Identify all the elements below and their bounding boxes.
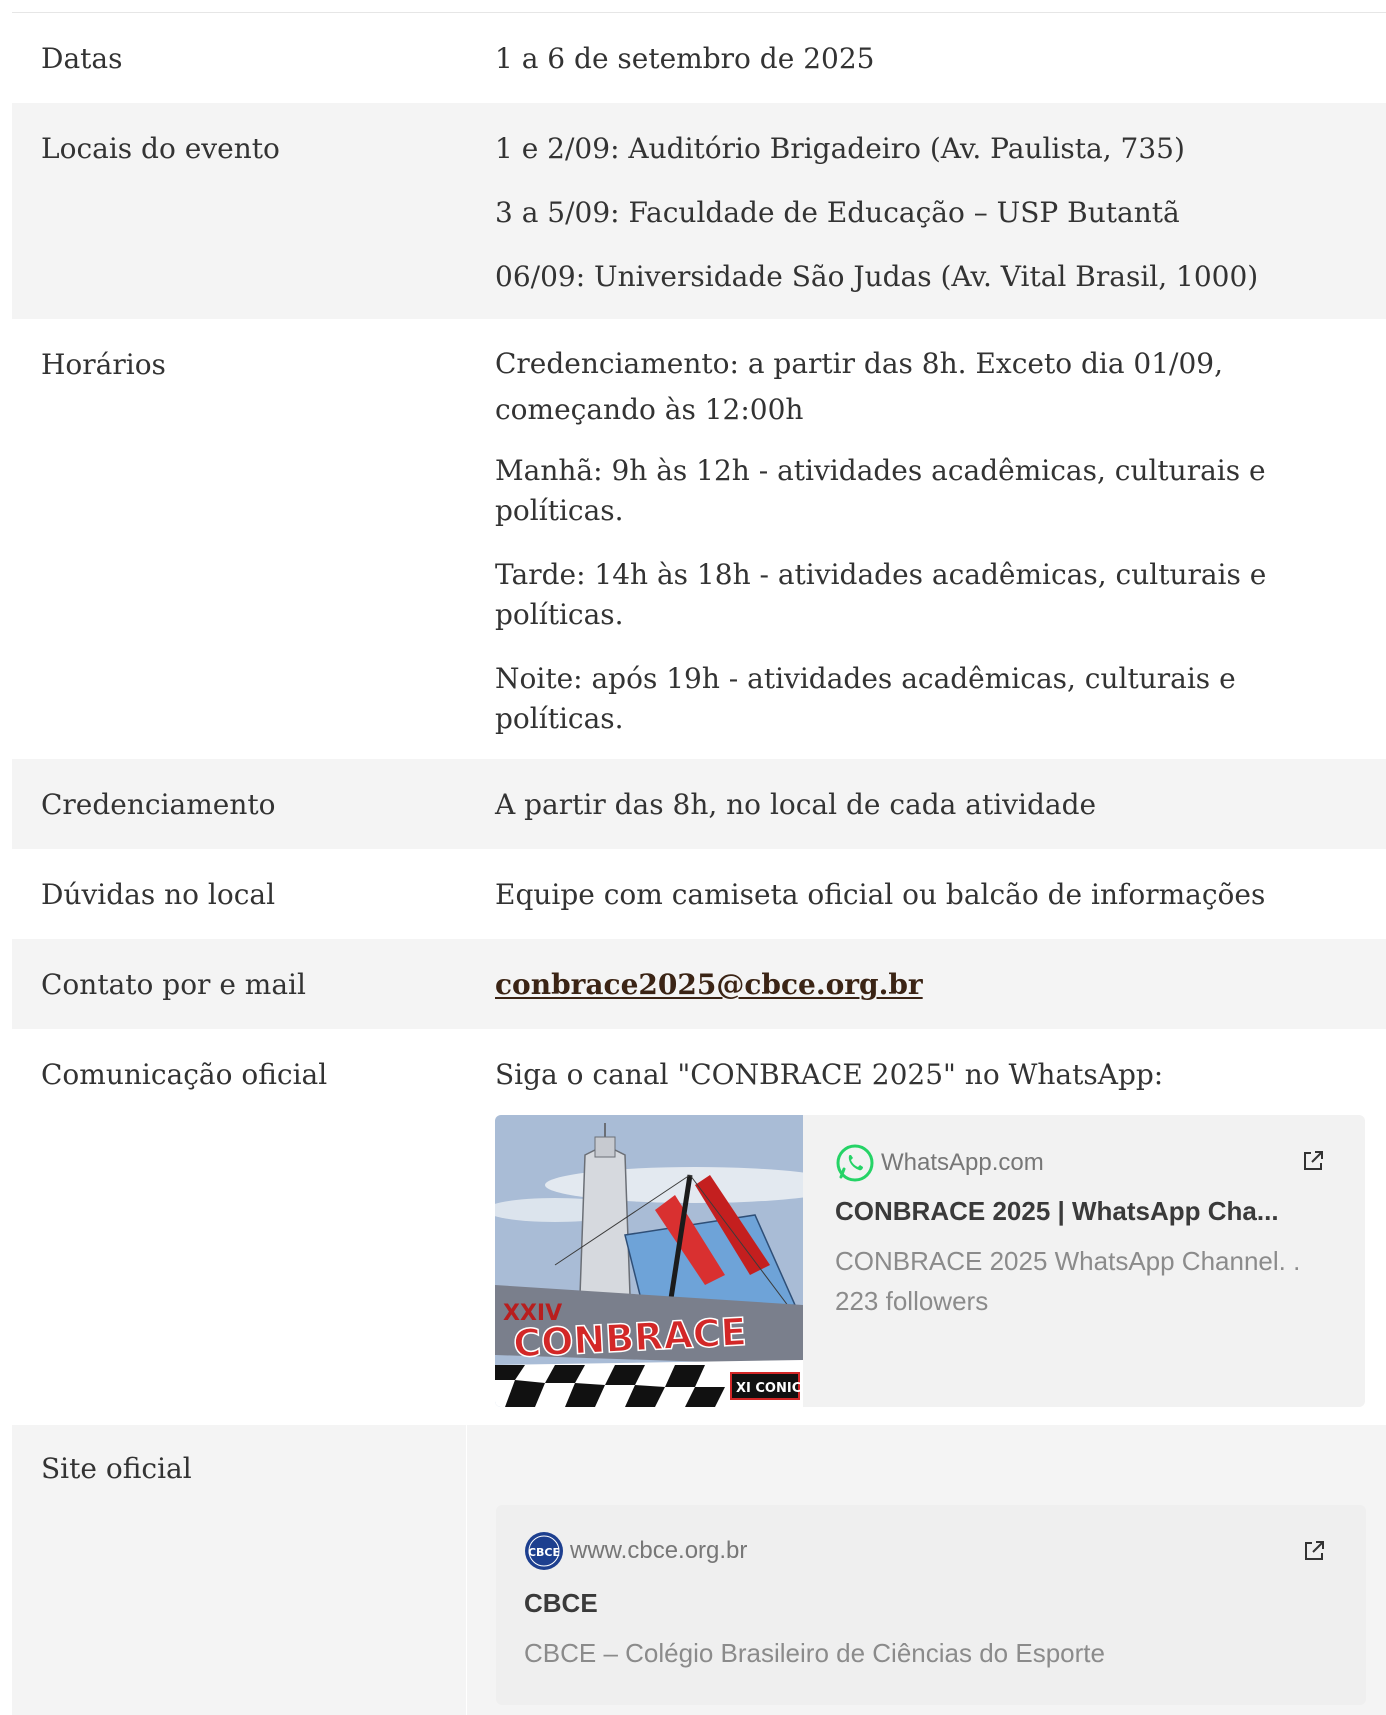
- venue-line: 1 e 2/09: Auditório Brigadeiro (Av. Paul…: [495, 132, 1185, 165]
- event-info-table: Datas 1 a 6 de setembro de 2025 Locais d…: [12, 12, 1386, 1715]
- row-value: A partir das 8h, no local de cada ativid…: [466, 759, 1386, 849]
- card-domain-line: CBCE www.cbce.org.br: [524, 1531, 1326, 1571]
- row-value: Siga o canal "CONBRACE 2025" no WhatsApp…: [466, 1029, 1386, 1425]
- card-title: CONBRACE 2025 | WhatsApp Cha...: [835, 1196, 1279, 1226]
- card-body: WhatsApp.com CONBRACE 2025 | WhatsApp Ch…: [803, 1115, 1365, 1407]
- row-value: CBCE www.cbce.org.br CBCE CBCE – Colégio…: [466, 1425, 1386, 1715]
- external-link-icon[interactable]: [1301, 1149, 1325, 1173]
- row-label: Contato por e mail: [41, 968, 306, 1001]
- row-comunicacao: Comunicação oficial Siga o canal "CONBRA…: [12, 1029, 1386, 1425]
- row-contato: Contato por e mail conbrace2025@cbce.org…: [12, 939, 1386, 1029]
- whatsapp-icon: [836, 1144, 874, 1182]
- cbce-logo-icon: CBCE: [525, 1532, 563, 1570]
- row-label: Comunicação oficial: [41, 1058, 328, 1091]
- schedule-line: Noite: após 19h - atividades acadêmicas,…: [495, 662, 1236, 735]
- cbce-link-card[interactable]: CBCE www.cbce.org.br CBCE CBCE – Colégio…: [496, 1505, 1366, 1705]
- card-description: CBCE – Colégio Brasileiro de Ciências do…: [524, 1638, 1105, 1668]
- svg-text:CBCE: CBCE: [528, 1546, 560, 1559]
- row-value: Credenciamento: a partir das 8h. Exceto …: [466, 319, 1386, 759]
- row-label: Datas: [41, 42, 123, 75]
- row-datas: Datas 1 a 6 de setembro de 2025: [12, 13, 1386, 103]
- row-credenciamento: Credenciamento A partir das 8h, no local…: [12, 759, 1386, 849]
- row-label: Locais do evento: [41, 132, 280, 165]
- help-text: Equipe com camiseta oficial ou balcão de…: [495, 878, 1266, 911]
- row-duvidas: Dúvidas no local Equipe com camiseta ofi…: [12, 849, 1386, 939]
- card-title: CBCE: [524, 1588, 598, 1618]
- accreditation-text: A partir das 8h, no local de cada ativid…: [495, 788, 1097, 821]
- dates-text: 1 a 6 de setembro de 2025: [495, 42, 875, 75]
- whatsapp-link-card[interactable]: XXIV CONBRACE XI CONICE WhatsApp.com CON…: [495, 1115, 1365, 1407]
- whatsapp-intro: Siga o canal "CONBRACE 2025" no WhatsApp…: [495, 1058, 1164, 1091]
- schedule-line: Tarde: 14h às 18h - atividades acadêmica…: [495, 558, 1267, 631]
- row-locais: Locais do evento 1 e 2/09: Auditório Bri…: [12, 103, 1386, 319]
- row-horarios: Horários Credenciamento: a partir das 8h…: [12, 319, 1386, 759]
- svg-text:XI CONICE: XI CONICE: [736, 1381, 803, 1396]
- row-site: Site oficial CBCE www.cbce.org.br CBCE C…: [12, 1425, 1386, 1715]
- venue-line: 06/09: Universidade São Judas (Av. Vital…: [495, 260, 1259, 293]
- card-domain: WhatsApp.com: [881, 1149, 1044, 1176]
- row-value: 1 a 6 de setembro de 2025: [466, 13, 1386, 103]
- external-link-icon[interactable]: [1302, 1539, 1326, 1563]
- row-label: Credenciamento: [41, 788, 276, 821]
- row-label: Horários: [41, 348, 166, 381]
- venue-line: 3 a 5/09: Faculdade de Educação – USP Bu…: [495, 196, 1180, 229]
- card-description: CONBRACE 2025 WhatsApp Channel. . 223 fo…: [835, 1246, 1301, 1316]
- email-link[interactable]: conbrace2025@cbce.org.br: [495, 968, 923, 1001]
- row-label: Site oficial: [41, 1452, 192, 1485]
- card-domain: www.cbce.org.br: [570, 1537, 748, 1564]
- card-domain-line: WhatsApp.com: [835, 1143, 1325, 1183]
- row-value: Equipe com camiseta oficial ou balcão de…: [466, 849, 1386, 939]
- row-value: conbrace2025@cbce.org.br: [466, 939, 1386, 1029]
- conbrace-thumbnail: XXIV CONBRACE XI CONICE: [495, 1115, 803, 1407]
- schedule-line: Credenciamento: a partir das 8h. Exceto …: [495, 347, 1224, 426]
- row-value: 1 e 2/09: Auditório Brigadeiro (Av. Paul…: [466, 103, 1386, 319]
- schedule-line: Manhã: 9h às 12h - atividades acadêmicas…: [495, 454, 1266, 527]
- row-label: Dúvidas no local: [41, 878, 276, 911]
